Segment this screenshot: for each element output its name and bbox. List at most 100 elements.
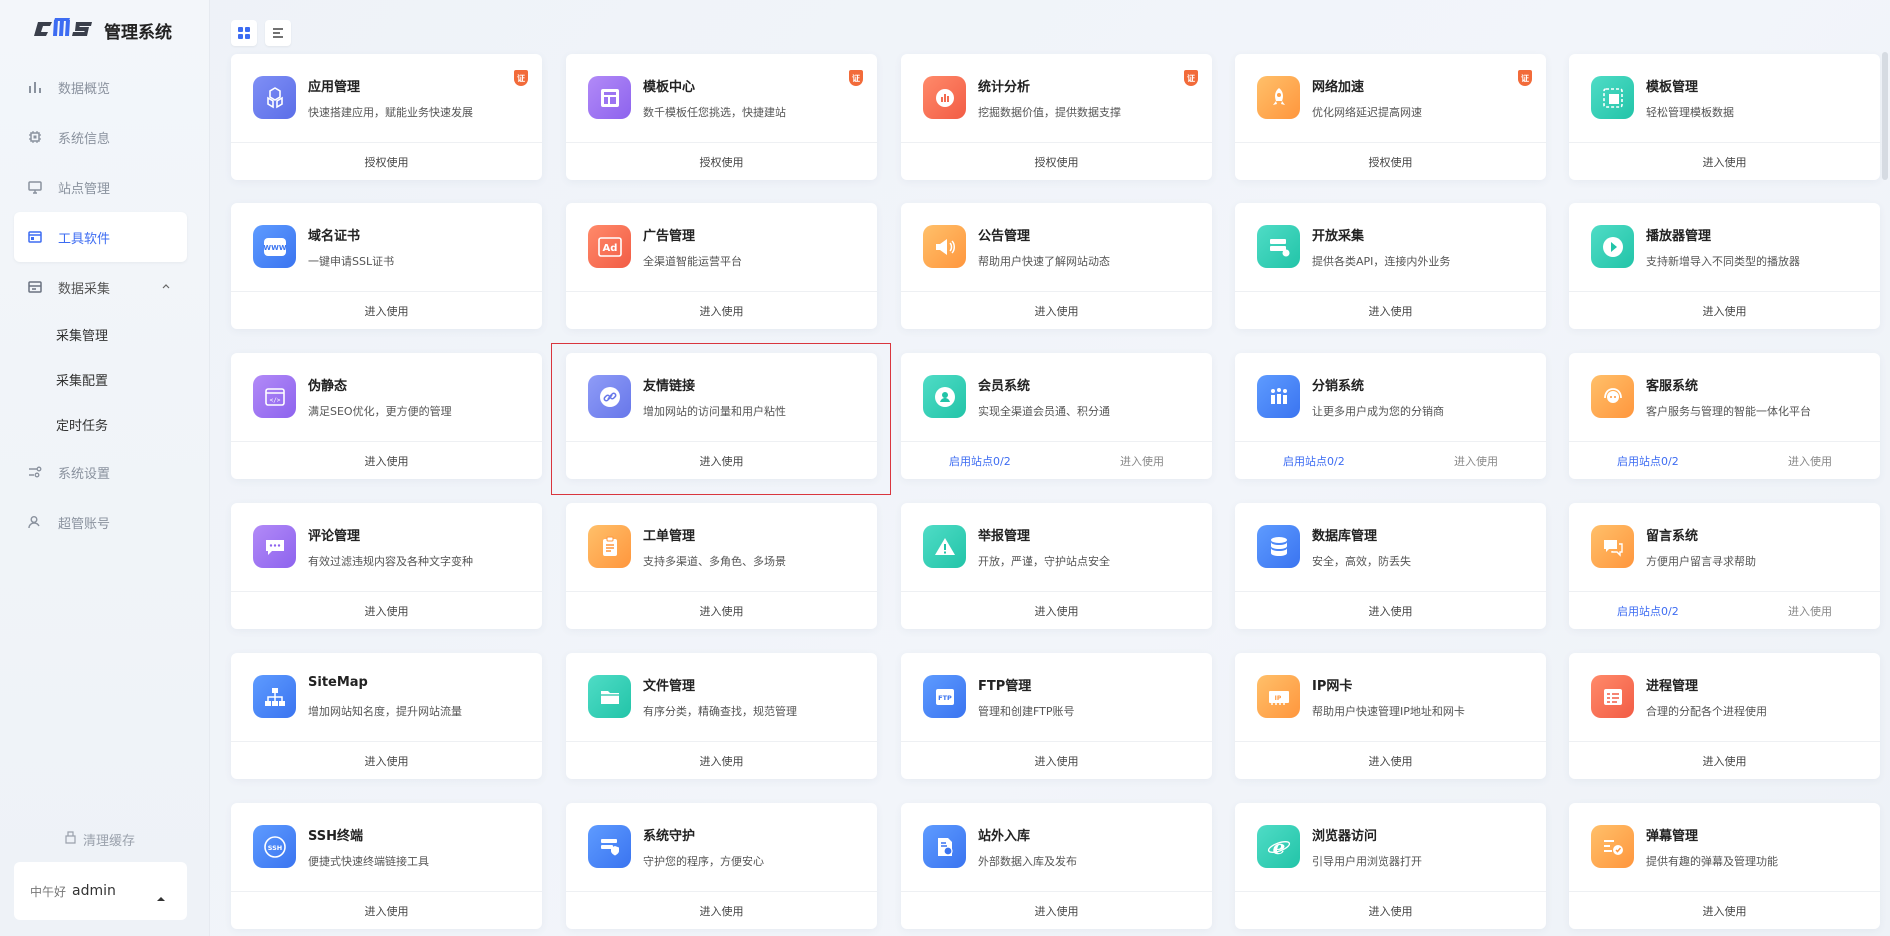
- sidebar-item-site-manage[interactable]: 站点管理: [14, 162, 187, 212]
- tool-card-footer: 进入使用: [901, 891, 1212, 929]
- enter-use-button[interactable]: 进入使用: [1035, 903, 1079, 919]
- enter-use-button[interactable]: 进入使用: [1369, 753, 1413, 769]
- sidebar-item-data-overview[interactable]: 数据概览: [14, 62, 187, 112]
- clear-cache-button[interactable]: 清理缓存: [64, 830, 135, 849]
- sidebar-item-super-admin[interactable]: 超管账号: [14, 497, 187, 547]
- app-logo[interactable]: 管理系统: [34, 14, 172, 46]
- enter-use-button[interactable]: 进入使用: [1703, 903, 1747, 919]
- tool-card[interactable]: 开放采集 提供各类API，连接内外业务 进入使用: [1235, 203, 1546, 329]
- enter-use-button[interactable]: 进入使用: [1703, 303, 1747, 319]
- tool-card[interactable]: FTP FTP管理 管理和创建FTP账号 进入使用: [901, 653, 1212, 779]
- enter-use-button[interactable]: 进入使用: [1369, 903, 1413, 919]
- enter-use-button[interactable]: 进入使用: [365, 603, 409, 619]
- tool-card-description: 优化网络延迟提高网速: [1312, 106, 1422, 119]
- authorize-use-button[interactable]: 授权使用: [1035, 154, 1079, 170]
- enter-use-button[interactable]: 进入使用: [700, 903, 744, 919]
- enter-use-button[interactable]: 进入使用: [700, 603, 744, 619]
- tool-card[interactable]: 会员系统 实现全渠道会员通、积分通 启用站点0/2 进入使用: [901, 353, 1212, 479]
- browser-icon: e: [1257, 825, 1300, 868]
- enter-use-button[interactable]: 进入使用: [1035, 303, 1079, 319]
- enter-use-button[interactable]: 进入使用: [1369, 303, 1413, 319]
- tool-card[interactable]: 模板中心 数千模板任您挑选，快捷建站 证授权使用: [566, 54, 877, 180]
- tool-card[interactable]: 数据库管理 安全，高效，防丢失 进入使用: [1235, 503, 1546, 629]
- tool-card[interactable]: SSH SSH终端 便捷式快速终端链接工具 进入使用: [231, 803, 542, 929]
- tool-card[interactable]: 公告管理 帮助用户快速了解网站动态 进入使用: [901, 203, 1212, 329]
- tool-card-description: 有序分类，精确查找，规范管理: [643, 705, 797, 718]
- tool-card[interactable]: 模板管理 轻松管理模板数据 进入使用: [1569, 54, 1880, 180]
- authorize-use-button[interactable]: 授权使用: [365, 154, 409, 170]
- enter-use-button[interactable]: 进入使用: [1788, 603, 1832, 619]
- authorize-use-button[interactable]: 授权使用: [700, 154, 744, 170]
- tool-card[interactable]: 网络加速 优化网络延迟提高网速 证授权使用: [1235, 54, 1546, 180]
- tool-card[interactable]: 进程管理合理的分配各个进程使用进入使用: [1569, 653, 1880, 779]
- enter-use-button[interactable]: 进入使用: [365, 453, 409, 469]
- tool-card[interactable]: 客服系统 客户服务与管理的智能一体化平台 启用站点0/2 进入使用: [1569, 353, 1880, 479]
- tool-card[interactable]: 文件管理 有序分类，精确查找，规范管理 进入使用: [566, 653, 877, 779]
- sidebar-item-data-collect[interactable]: 数据采集: [14, 262, 187, 312]
- folder-icon: [588, 675, 631, 718]
- tool-card[interactable]: WWW 域名证书 一键申请SSL证书 进入使用: [231, 203, 542, 329]
- tool-card[interactable]: 应用管理 快速搭建应用，赋能业务快速发展 证授权使用: [231, 54, 542, 180]
- tool-card[interactable]: </> 伪静态 满足SEO优化，更方便的管理 进入使用: [231, 353, 542, 479]
- tool-card[interactable]: 留言系统 方便用户留言寻求帮助 启用站点0/2 进入使用: [1569, 503, 1880, 629]
- enter-use-button[interactable]: 进入使用: [1035, 753, 1079, 769]
- tool-card[interactable]: SiteMap 增加网站知名度，提升网站流量 进入使用: [231, 653, 542, 779]
- tool-card-title: 统计分析: [978, 80, 1031, 95]
- enable-sites-link[interactable]: 启用站点0/2: [1617, 453, 1679, 469]
- tool-card[interactable]: 举报管理 开放，严谨，守护站点安全 进入使用: [901, 503, 1212, 629]
- tool-card-description: 满足SEO优化，更方便的管理: [308, 405, 452, 418]
- enter-use-button[interactable]: 进入使用: [1035, 603, 1079, 619]
- tool-card[interactable]: 弹幕管理 提供有趣的弹幕及管理功能 进入使用: [1569, 803, 1880, 929]
- sidebar-item-tools[interactable]: 工具软件: [14, 212, 187, 262]
- tool-card-footer: 授权使用: [1235, 142, 1546, 180]
- tool-card-footer: 进入使用: [231, 891, 542, 929]
- tool-card[interactable]: IP IP网卡 帮助用户快速管理IP地址和网卡 进入使用: [1235, 653, 1546, 779]
- tool-card-description: 合理的分配各个进程使用: [1646, 705, 1767, 718]
- server-icon: [1257, 225, 1300, 268]
- enter-use-button[interactable]: 进入使用: [365, 903, 409, 919]
- scrollbar[interactable]: [1882, 52, 1888, 180]
- tool-card[interactable]: 统计分析 挖掘数据价值，提供数据支撑 证授权使用: [901, 54, 1212, 180]
- sidebar-item-system-info[interactable]: 系统信息: [14, 112, 187, 162]
- enter-use-button[interactable]: 进入使用: [1788, 453, 1832, 469]
- tool-card-title: IP网卡: [1312, 679, 1353, 694]
- shield-server-icon: [588, 825, 631, 868]
- tool-card[interactable]: e 浏览器访问 引导用户用浏览器打开 进入使用: [1235, 803, 1546, 929]
- member-icon: [923, 375, 966, 418]
- enter-use-button[interactable]: 进入使用: [1369, 603, 1413, 619]
- sidebar-subitem-scheduled-tasks[interactable]: 定时任务: [14, 402, 187, 447]
- tool-card-title: 进程管理: [1646, 679, 1699, 694]
- tool-card[interactable]: Ad 广告管理 全渠道智能运营平台 进入使用: [566, 203, 877, 329]
- stats-icon: [923, 76, 966, 119]
- tool-card[interactable]: 系统守护 守护您的程序，方便安心 进入使用: [566, 803, 877, 929]
- tool-card[interactable]: 分销系统 让更多用户成为您的分销商 启用站点0/2 进入使用: [1235, 353, 1546, 479]
- ftp-icon: FTP: [923, 675, 966, 718]
- tool-card-footer: 进入使用: [1235, 741, 1546, 779]
- enter-use-button[interactable]: 进入使用: [700, 303, 744, 319]
- enter-use-button[interactable]: 进入使用: [700, 753, 744, 769]
- enable-sites-link[interactable]: 启用站点0/2: [1617, 603, 1679, 619]
- user-menu[interactable]: 中午好 admin: [14, 862, 187, 920]
- enter-use-button[interactable]: 进入使用: [1703, 154, 1747, 170]
- tool-card[interactable]: 友情链接 增加网站的访问量和用户粘性 进入使用: [566, 353, 877, 479]
- grid-view-button[interactable]: [231, 20, 257, 46]
- enter-use-button[interactable]: 进入使用: [1454, 453, 1498, 469]
- enable-sites-link[interactable]: 启用站点0/2: [949, 453, 1011, 469]
- tool-card[interactable]: 播放器管理 支持新增导入不同类型的播放器 进入使用: [1569, 203, 1880, 329]
- list-view-button[interactable]: [265, 20, 291, 46]
- sidebar-subitem-collect-manage[interactable]: 采集管理: [14, 312, 187, 357]
- tool-card[interactable]: 工单管理 支持多渠道、多角色、多场景 进入使用: [566, 503, 877, 629]
- enter-use-button[interactable]: 进入使用: [1120, 453, 1164, 469]
- svg-text:WWW: WWW: [263, 244, 286, 252]
- enter-use-button[interactable]: 进入使用: [365, 753, 409, 769]
- sidebar-item-system-settings[interactable]: 系统设置: [14, 447, 187, 497]
- sidebar-subitem-collect-config[interactable]: 采集配置: [14, 357, 187, 402]
- enter-use-button[interactable]: 进入使用: [700, 453, 744, 469]
- enter-use-button[interactable]: 进入使用: [365, 303, 409, 319]
- enable-sites-link[interactable]: 启用站点0/2: [1283, 453, 1345, 469]
- bar-chart-icon: [26, 78, 44, 96]
- authorize-use-button[interactable]: 授权使用: [1369, 154, 1413, 170]
- enter-use-button[interactable]: 进入使用: [1703, 753, 1747, 769]
- tool-card[interactable]: 评论管理 有效过滤违规内容及各种文字变种 进入使用: [231, 503, 542, 629]
- tool-card[interactable]: 站外入库 外部数据入库及发布 进入使用: [901, 803, 1212, 929]
